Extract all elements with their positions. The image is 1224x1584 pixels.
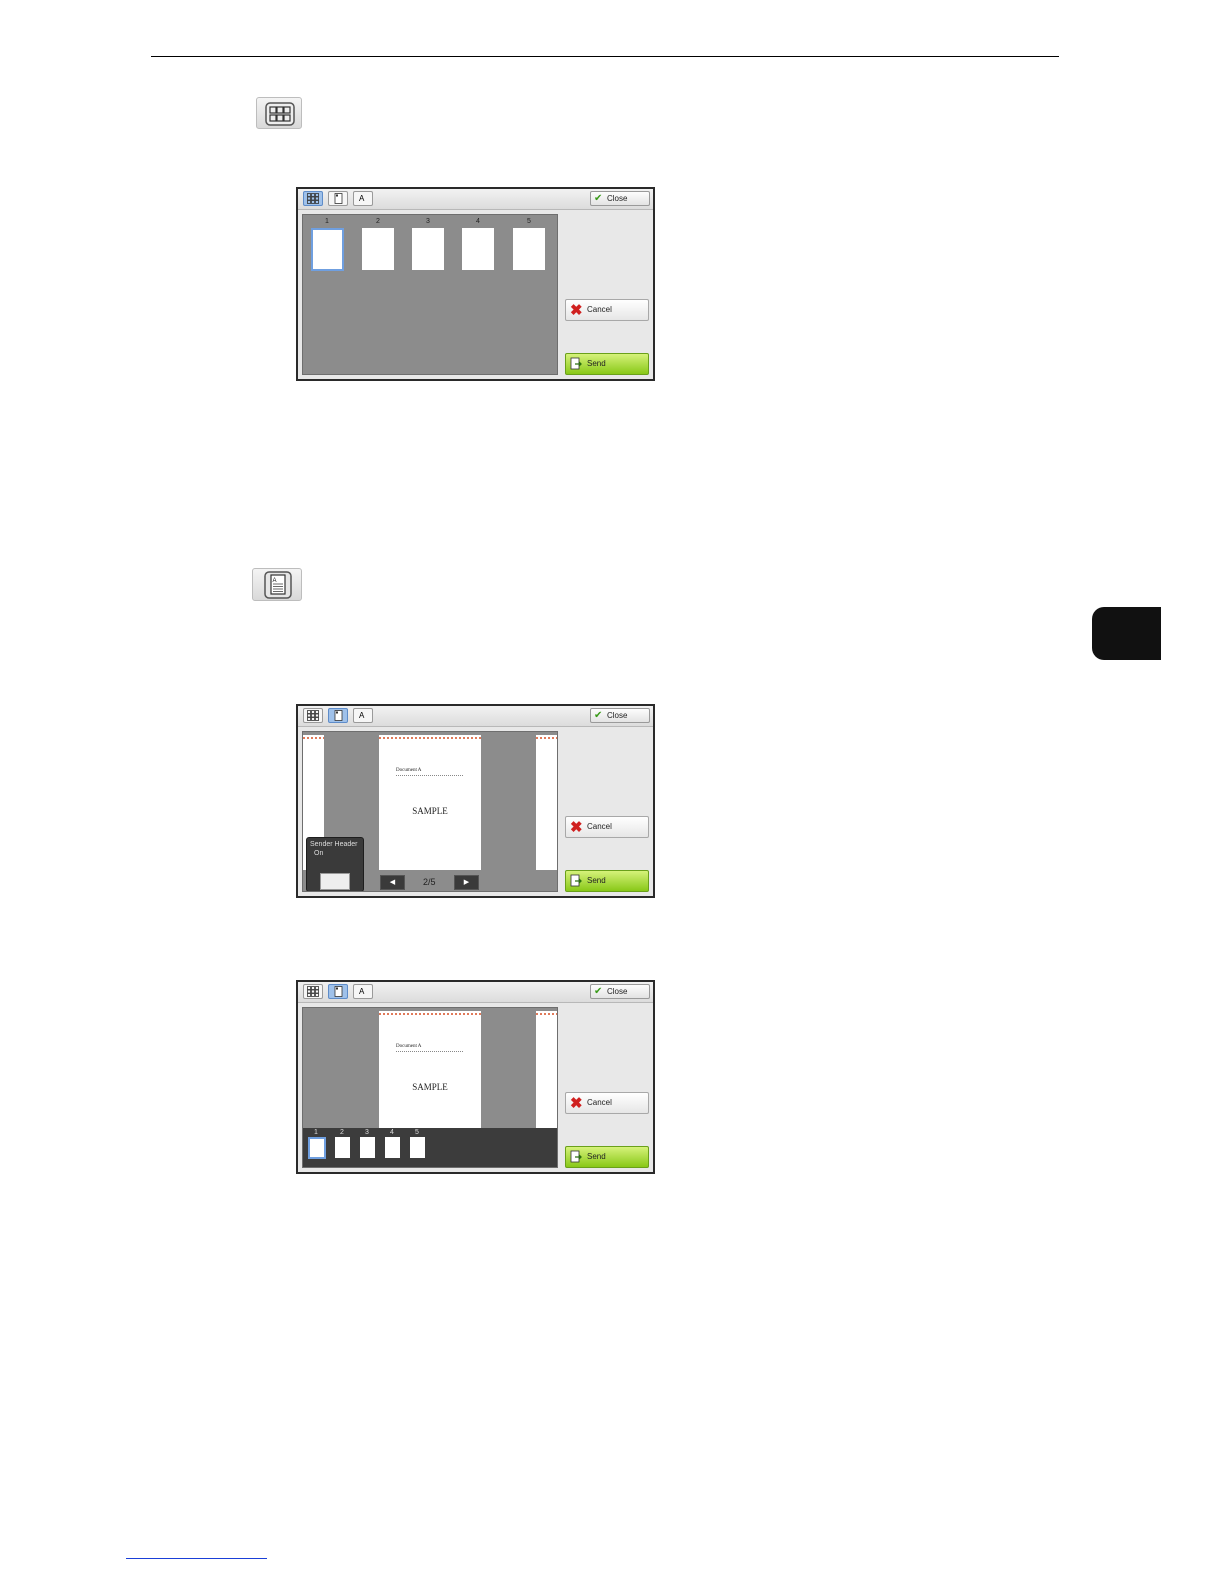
- strip-thumbnail[interactable]: [360, 1137, 375, 1158]
- sender-header-preview: [320, 873, 350, 890]
- letter-a-icon: A: [359, 987, 365, 996]
- tab-page-view[interactable]: [328, 708, 348, 723]
- document-icon: [334, 710, 343, 721]
- page-thumbnail[interactable]: [513, 228, 545, 270]
- page-thumbnail[interactable]: [362, 228, 394, 270]
- page-indicator: 2/5: [423, 877, 436, 887]
- page-thumbnail[interactable]: [311, 228, 344, 271]
- thumb-number: 5: [527, 218, 531, 225]
- footer-link-rule: [126, 1558, 267, 1559]
- preview-toolbar: A ✔ Close: [298, 189, 653, 210]
- strip-thumbnail[interactable]: [410, 1137, 425, 1158]
- sender-header-panel[interactable]: Sender Header On: [306, 837, 364, 891]
- send-arrow-icon: [570, 1150, 582, 1163]
- strip-thumbnail[interactable]: [335, 1137, 350, 1158]
- sender-header-value: On: [314, 850, 324, 857]
- thumb-number: 3: [365, 1129, 369, 1136]
- sample-text: SAMPLE: [412, 1082, 448, 1092]
- document-icon: [334, 193, 343, 204]
- thumbnail-area: 1 2 3 4 5: [302, 214, 558, 375]
- page-thumbnail[interactable]: [462, 228, 494, 270]
- sender-header-label: Sender Header: [310, 841, 358, 848]
- thumb-number: 1: [325, 218, 329, 225]
- page-view-button[interactable]: A: [252, 568, 302, 601]
- document-title: Document A: [396, 1044, 422, 1049]
- next-page-edge: [536, 1011, 557, 1146]
- cancel-button[interactable]: ✖ Cancel: [565, 816, 649, 838]
- checkmark-icon: ✔: [594, 710, 603, 721]
- letter-a-icon: A: [359, 194, 365, 203]
- next-page-button[interactable]: ▶: [454, 875, 479, 890]
- svg-text:A: A: [273, 578, 277, 584]
- document-icon: [334, 986, 343, 997]
- thumb-number: 4: [390, 1129, 394, 1136]
- send-button[interactable]: Send: [565, 870, 649, 892]
- thumb-number: 3: [426, 218, 430, 225]
- preview-toolbar: A ✔ Close: [298, 706, 653, 727]
- thumb-number: 4: [476, 218, 480, 225]
- tab-text-view[interactable]: A: [353, 708, 373, 723]
- send-arrow-icon: [570, 357, 582, 370]
- next-page-edge: [536, 735, 557, 870]
- cancel-x-icon: ✖: [570, 302, 583, 319]
- tab-text-view[interactable]: A: [353, 984, 373, 999]
- preview-toolbar: A ✔ Close: [298, 982, 653, 1003]
- preview-screen-page-strip: A ✔ Close Document A SAMPLE 1 2 3 4 5 ✖ Ca…: [296, 980, 655, 1174]
- cancel-button[interactable]: ✖ Cancel: [565, 1092, 649, 1114]
- sample-text: SAMPLE: [412, 806, 448, 816]
- thumb-number: 5: [415, 1129, 419, 1136]
- tab-page-view[interactable]: [328, 984, 348, 999]
- page-preview-area: Document A SAMPLE ◀ 2/5 ▶ Sender Header …: [302, 731, 558, 892]
- send-button[interactable]: Send: [565, 353, 649, 375]
- cancel-x-icon: ✖: [570, 1095, 583, 1112]
- grid-icon: [265, 102, 295, 126]
- grid-icon: [307, 710, 319, 721]
- grid-icon: [307, 193, 319, 204]
- current-page: Document A SAMPLE: [379, 735, 481, 870]
- tab-thumbnail-view[interactable]: [303, 984, 323, 999]
- tab-thumbnail-view[interactable]: [303, 708, 323, 723]
- letter-a-icon: A: [359, 711, 365, 720]
- page-preview-area: Document A SAMPLE 1 2 3 4 5: [302, 1007, 558, 1168]
- chapter-tab: [1092, 607, 1161, 660]
- cancel-button[interactable]: ✖ Cancel: [565, 299, 649, 321]
- thumbnail-strip: 1 2 3 4 5: [303, 1128, 557, 1167]
- tab-page-view[interactable]: [328, 191, 348, 206]
- tab-thumbnail-view[interactable]: [303, 191, 323, 206]
- page-thumbnail[interactable]: [412, 228, 444, 270]
- document-title: Document A: [396, 768, 422, 773]
- close-button[interactable]: ✔ Close: [590, 708, 650, 723]
- close-button[interactable]: ✔ Close: [590, 191, 650, 206]
- header-rule: [151, 56, 1059, 57]
- cancel-x-icon: ✖: [570, 819, 583, 836]
- thumb-number: 1: [314, 1129, 318, 1136]
- checkmark-icon: ✔: [594, 193, 603, 204]
- preview-screen-page: A ✔ Close Document A SAMPLE ◀ 2/5 ▶ Sende…: [296, 704, 655, 898]
- send-button[interactable]: Send: [565, 1146, 649, 1168]
- strip-thumbnail[interactable]: [308, 1137, 326, 1159]
- strip-thumbnail[interactable]: [385, 1137, 400, 1158]
- current-page: Document A SAMPLE: [379, 1011, 481, 1146]
- grid-icon: [307, 986, 319, 997]
- checkmark-icon: ✔: [594, 986, 603, 997]
- preview-screen-thumbnails: A ✔ Close 1 2 3 4 5 ✖ Cancel Send: [296, 187, 655, 381]
- document-icon: A: [264, 571, 292, 599]
- tab-text-view[interactable]: A: [353, 191, 373, 206]
- send-arrow-icon: [570, 874, 582, 887]
- thumb-number: 2: [340, 1129, 344, 1136]
- thumbnail-view-button[interactable]: [256, 97, 302, 129]
- close-button[interactable]: ✔ Close: [590, 984, 650, 999]
- previous-page-button[interactable]: ◀: [380, 875, 405, 890]
- thumb-number: 2: [376, 218, 380, 225]
